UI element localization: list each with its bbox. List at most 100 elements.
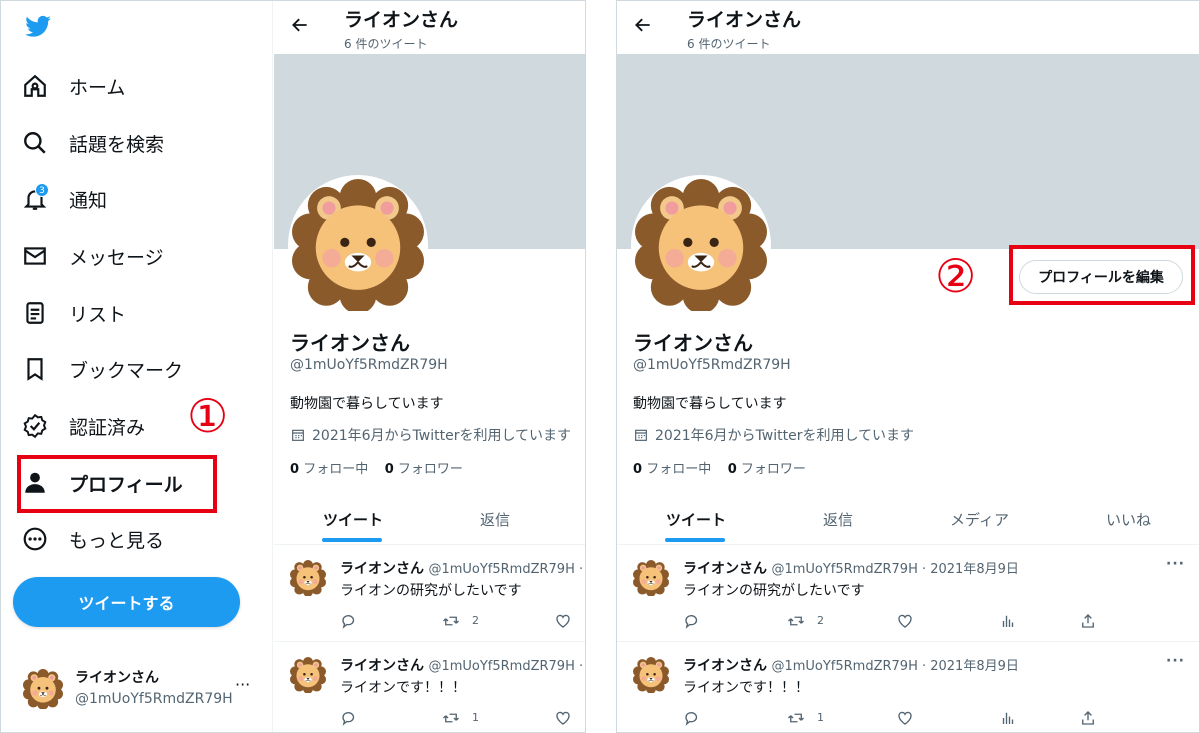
tweet-text: ライオンです！！！ bbox=[683, 680, 809, 696]
following-count: 0 bbox=[633, 462, 643, 477]
more-circle-icon bbox=[21, 525, 49, 553]
profile-tabs: ツイート 返信 bbox=[274, 497, 585, 545]
tweet-text: ライオンの研究がしたいです bbox=[683, 583, 865, 599]
sidebar-item-bookmarks[interactable]: ブックマーク bbox=[21, 347, 183, 391]
account-switcher[interactable]: ライオンさん @1mUoYf5RmdZR79H ··· bbox=[21, 661, 261, 717]
like-icon[interactable] bbox=[896, 709, 914, 727]
right-screenshot-panel: ライオンさん 6 件のツイート プロフィールを編集 ② ライオンさん @1mUo… bbox=[616, 0, 1200, 733]
sidebar-item-label: 通知 bbox=[69, 189, 108, 212]
sidebar-item-more[interactable]: もっと見る bbox=[21, 517, 164, 561]
back-arrow-icon[interactable] bbox=[290, 15, 310, 35]
highlight-box bbox=[1009, 245, 1195, 305]
profile-avatar[interactable] bbox=[288, 175, 428, 315]
more-icon[interactable]: ··· bbox=[235, 675, 250, 694]
sidebar-item-label: メッセージ bbox=[69, 246, 164, 269]
retweet-icon[interactable] bbox=[787, 709, 805, 727]
sidebar-item-label: リスト bbox=[69, 303, 127, 326]
reply-icon[interactable] bbox=[683, 709, 701, 727]
tweet-author: ライオンさん bbox=[683, 658, 767, 674]
tweet-text: ライオンの研究がしたいです bbox=[340, 583, 522, 599]
tweet-text: ライオンです！！！ bbox=[340, 680, 466, 696]
tweet-item[interactable]: ライオンさん @1mUoYf5RmdZR79H · ライオンの研究がしたいです … bbox=[274, 546, 585, 642]
back-arrow-icon[interactable] bbox=[633, 15, 653, 35]
profile-tabs: ツイート 返信 メディア いいね bbox=[617, 497, 1199, 545]
tab-tweets[interactable]: ツイート bbox=[666, 509, 726, 530]
profile-avatar[interactable] bbox=[631, 175, 771, 315]
more-icon[interactable]: ··· bbox=[1166, 653, 1185, 669]
retweet-icon[interactable] bbox=[787, 612, 805, 630]
profile-column: ライオンさん 6 件のツイート ライオンさん @1mUoYf5RmdZR79H … bbox=[274, 1, 585, 733]
profile-handle: @1mUoYf5RmdZR79H bbox=[633, 357, 791, 373]
step-marker-2: ② bbox=[935, 249, 977, 303]
sidebar-item-home[interactable]: ホーム bbox=[21, 64, 125, 108]
sidebar-item-messages[interactable]: メッセージ bbox=[21, 234, 164, 278]
retweet-icon[interactable] bbox=[442, 709, 460, 727]
tab-replies[interactable]: 返信 bbox=[480, 509, 510, 530]
bookmark-icon bbox=[21, 355, 49, 383]
avatar bbox=[290, 657, 326, 693]
more-icon[interactable]: ··· bbox=[1166, 556, 1185, 572]
followers-label: フォロワー bbox=[397, 462, 463, 477]
followers-link[interactable]: 0 フォロワー bbox=[385, 462, 463, 477]
like-icon[interactable] bbox=[896, 612, 914, 630]
header-name: ライオンさん bbox=[687, 9, 802, 31]
tweet-button[interactable]: ツイートする bbox=[13, 577, 240, 627]
follow-stats: 0 フォロー中 0 フォロワー bbox=[633, 458, 806, 477]
bell-icon: 3 bbox=[21, 183, 49, 213]
profile-bio: 動物園で暮らしています bbox=[290, 396, 444, 412]
tweet-author: ライオンさん bbox=[340, 561, 424, 577]
tweet-header: ライオンさん @1mUoYf5RmdZR79H · 2021年8月9日 bbox=[683, 558, 1019, 578]
tweet-author: ライオンさん bbox=[340, 658, 424, 674]
following-link[interactable]: 0 フォロー中 bbox=[633, 462, 711, 477]
tweet-header: ライオンさん @1mUoYf5RmdZR79H · bbox=[340, 655, 583, 675]
tweet-item[interactable]: ライオンさん @1mUoYf5RmdZR79H · 2021年8月9日 ··· … bbox=[617, 643, 1199, 733]
reply-icon[interactable] bbox=[340, 612, 358, 630]
profile-header: ライオンさん 6 件のツイート bbox=[617, 1, 1199, 53]
like-icon[interactable] bbox=[554, 709, 572, 727]
tweet-item[interactable]: ライオンさん @1mUoYf5RmdZR79H · 2021年8月9日 ··· … bbox=[617, 546, 1199, 642]
retweet-icon[interactable] bbox=[442, 612, 460, 630]
reply-icon[interactable] bbox=[340, 709, 358, 727]
sidebar-item-explore[interactable]: 話題を検索 bbox=[21, 121, 164, 165]
share-icon[interactable] bbox=[1079, 612, 1097, 630]
profile-joined: 2021年6月からTwitterを利用しています bbox=[290, 425, 571, 445]
followers-link[interactable]: 0 フォロワー bbox=[728, 462, 806, 477]
sidebar-item-label: ブックマーク bbox=[69, 359, 184, 382]
stats-icon[interactable] bbox=[999, 612, 1017, 630]
tab-replies[interactable]: 返信 bbox=[823, 509, 853, 530]
sidebar-item-notifications[interactable]: 3 通知 bbox=[21, 177, 107, 221]
tab-tweets[interactable]: ツイート bbox=[323, 509, 383, 530]
stats-icon[interactable] bbox=[999, 709, 1017, 727]
profile-column: ライオンさん 6 件のツイート プロフィールを編集 ② ライオンさん @1mUo… bbox=[617, 1, 1199, 733]
sidebar-item-label: 話題を検索 bbox=[69, 133, 165, 156]
tweet-author: ライオンさん bbox=[683, 561, 767, 577]
lion-avatar-image bbox=[635, 179, 767, 311]
sidebar-item-lists[interactable]: リスト bbox=[21, 291, 126, 335]
left-screenshot-panel: ホーム 話題を検索 3 通知 メッセージ リスト ブックマーク 認証済み プロフ… bbox=[0, 0, 586, 733]
tab-likes[interactable]: いいね bbox=[1106, 509, 1151, 530]
twitter-bird-icon[interactable] bbox=[23, 13, 53, 41]
like-icon[interactable] bbox=[554, 612, 572, 630]
retweet-count: 1 bbox=[817, 711, 824, 724]
profile-header: ライオンさん 6 件のツイート bbox=[274, 1, 585, 53]
calendar-icon bbox=[633, 427, 649, 443]
header-name: ライオンさん bbox=[344, 9, 459, 31]
sidebar-item-verified[interactable]: 認証済み bbox=[21, 404, 145, 448]
profile-name: ライオンさん bbox=[633, 331, 753, 355]
sidebar-item-label: もっと見る bbox=[69, 529, 165, 552]
tweet-handle: @1mUoYf5RmdZR79H · bbox=[428, 659, 584, 674]
tab-media[interactable]: メディア bbox=[950, 509, 1009, 530]
profile-joined: 2021年6月からTwitterを利用しています bbox=[633, 425, 914, 445]
reply-icon[interactable] bbox=[683, 612, 701, 630]
tweet-item[interactable]: ライオンさん @1mUoYf5RmdZR79H · ライオンです！！！ 1 bbox=[274, 643, 585, 733]
profile-handle: @1mUoYf5RmdZR79H bbox=[290, 357, 448, 373]
followers-count: 0 bbox=[384, 462, 394, 477]
tweet-handle: @1mUoYf5RmdZR79H · 2021年8月9日 bbox=[771, 659, 1019, 674]
retweet-count: 2 bbox=[472, 614, 479, 627]
sidebar-item-label: ホーム bbox=[69, 76, 126, 99]
tweet-count: 6 件のツイート bbox=[687, 37, 771, 51]
share-icon[interactable] bbox=[1079, 709, 1097, 727]
following-link[interactable]: 0 フォロー中 bbox=[290, 462, 368, 477]
tweet-header: ライオンさん @1mUoYf5RmdZR79H · bbox=[340, 558, 583, 578]
envelope-icon bbox=[21, 242, 49, 270]
